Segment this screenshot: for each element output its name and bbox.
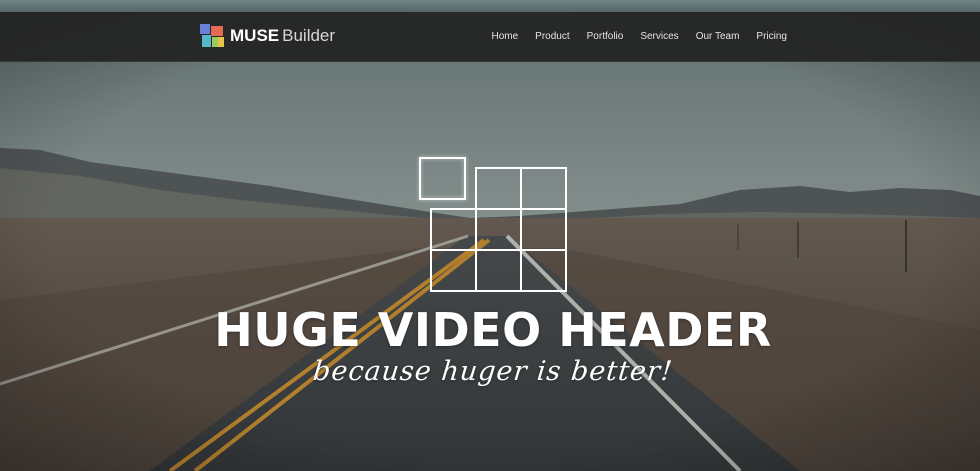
nav-item-pricing[interactable]: Pricing <box>756 31 787 42</box>
nav-item-our-team[interactable]: Our Team <box>696 31 740 42</box>
nav-item-home[interactable]: Home <box>491 31 518 42</box>
brand-name-light: Builder <box>282 26 336 45</box>
hero-tagline: because huger is better! <box>311 356 675 387</box>
nav-item-portfolio[interactable]: Portfolio <box>587 31 624 42</box>
navbar: MUSE Builder Home Product Portfolio Serv… <box>0 12 980 62</box>
colored-squares-logo-icon <box>200 24 224 47</box>
top-strip <box>0 0 980 12</box>
main-nav: Home Product Portfolio Services Our Team… <box>474 12 787 61</box>
nav-item-services[interactable]: Services <box>640 31 678 42</box>
nav-item-product[interactable]: Product <box>535 31 569 42</box>
brand-name-bold: MUSE <box>230 26 280 45</box>
brand-logo[interactable]: MUSE Builder <box>198 22 335 50</box>
grid-squares-icon <box>419 157 567 292</box>
hero-headline: HUGE VIDEO HEADER <box>214 303 772 357</box>
